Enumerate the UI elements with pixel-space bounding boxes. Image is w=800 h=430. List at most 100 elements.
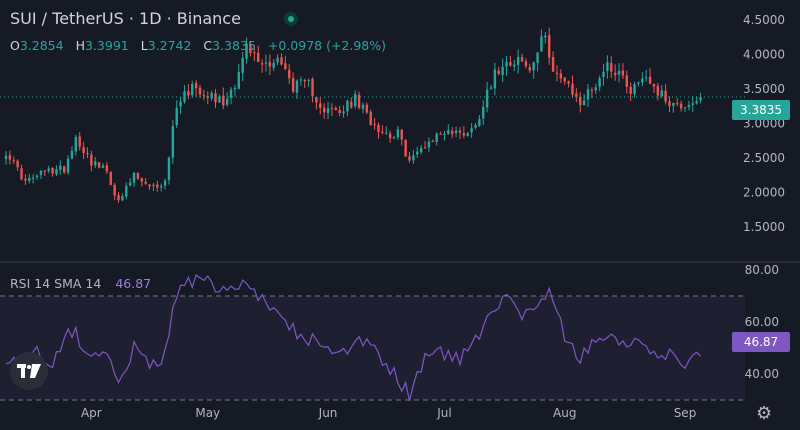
candle-body <box>163 180 167 186</box>
candle-body <box>493 69 497 89</box>
candle-body <box>668 101 671 107</box>
candle-body <box>431 141 434 143</box>
candle-body <box>272 63 275 68</box>
candle-body <box>485 89 489 108</box>
candle-body <box>225 98 229 105</box>
candle-body <box>676 103 679 105</box>
candle-body <box>31 177 35 179</box>
candle-body <box>66 158 70 173</box>
candle-body <box>303 80 306 82</box>
candle-body <box>416 151 419 155</box>
candle-body <box>489 87 493 89</box>
candle-body <box>509 62 512 66</box>
candle-body <box>625 75 628 87</box>
candle-body <box>664 90 667 102</box>
candle-body <box>334 107 337 111</box>
candle-body <box>652 83 656 87</box>
candle-body <box>586 88 590 100</box>
price-axis-tick-label: 1.5000 <box>743 220 785 234</box>
candle-body <box>319 103 322 108</box>
candle-body <box>648 76 652 84</box>
price-axis-tick-label: 4.5000 <box>743 13 785 27</box>
candle-body <box>12 160 15 162</box>
candle-body <box>579 96 582 106</box>
candle-body <box>171 126 175 158</box>
change-value: +0.0978 (+2.98%) <box>267 38 387 53</box>
candle-body <box>497 70 500 74</box>
high-label: H <box>75 38 85 53</box>
candle-body <box>276 57 279 63</box>
candle-body <box>16 160 19 168</box>
chart-canvas[interactable]: 1.50002.00002.50003.00003.50004.00004.50… <box>0 0 800 430</box>
price-axis-tick-label: 2.0000 <box>743 186 785 200</box>
candle-body <box>194 82 198 89</box>
candle-body <box>683 107 687 109</box>
candle-body <box>516 57 520 65</box>
candle-body <box>412 155 415 161</box>
candle-body <box>113 184 116 196</box>
candle-body <box>97 162 101 168</box>
chart-root[interactable]: 1.5000 2.0000 2.5000 3.0000 3.5000 4.0000 4.50… <box>0 0 800 430</box>
candle-body <box>90 154 93 166</box>
candle-body <box>645 77 648 79</box>
gear-icon[interactable]: ⚙ <box>756 403 772 424</box>
candle-body <box>94 161 97 166</box>
candle-body <box>78 136 81 147</box>
candle-body <box>354 93 357 107</box>
candle-body <box>315 96 318 103</box>
candle-body <box>237 72 240 89</box>
candle-body <box>47 168 50 172</box>
candle-body <box>443 133 446 135</box>
candle-body <box>621 70 625 76</box>
candle-body <box>610 63 613 72</box>
open-value: 3.2854 <box>19 38 64 53</box>
candle-body <box>330 108 334 110</box>
candle-body <box>8 155 12 160</box>
time-axis-tick-label: Jul <box>436 406 451 420</box>
candle-body <box>567 81 570 84</box>
candle-body <box>268 61 272 67</box>
candle-body <box>474 125 477 128</box>
candle-body <box>392 137 396 139</box>
candle-body <box>233 87 237 90</box>
candle-body <box>451 130 454 134</box>
price-axis-tick-label: 2.5000 <box>743 151 785 165</box>
candle-body <box>462 133 466 136</box>
candle-body <box>571 83 574 95</box>
candle-body <box>288 69 291 79</box>
candle-body <box>59 165 62 170</box>
candle-body <box>132 172 136 183</box>
candle-body <box>148 184 151 187</box>
candle-body <box>28 177 31 181</box>
candle-body <box>63 166 66 173</box>
tradingview-logo-icon[interactable] <box>10 352 48 390</box>
candle-body <box>35 175 39 178</box>
candle-body <box>101 165 105 168</box>
candle-body <box>280 57 283 65</box>
low-label: L <box>140 38 148 53</box>
candle-body <box>350 101 353 108</box>
rsi-legend[interactable]: RSI 14 SMA 14 46.87 <box>10 276 151 291</box>
candle-body <box>381 131 384 133</box>
low-value: 3.2742 <box>147 38 192 53</box>
candle-body <box>691 103 694 105</box>
candle-body <box>582 100 586 106</box>
candle-body <box>505 61 508 67</box>
candle-body <box>641 78 644 83</box>
candle-body <box>672 102 675 106</box>
candle-body <box>299 79 303 81</box>
candle-body <box>637 82 640 84</box>
candle-body <box>528 67 531 71</box>
close-label: C <box>203 38 213 53</box>
candle-body <box>524 61 528 67</box>
candle-body <box>70 151 74 159</box>
candle-body <box>357 94 361 108</box>
price-axis-tick-label: 4.0000 <box>743 48 785 62</box>
high-value: 3.3991 <box>84 38 129 53</box>
candle-body <box>520 57 524 62</box>
symbol-title[interactable]: SUI / TetherUS · 1D · Binance <box>10 9 241 28</box>
rsi-axis-tick-label: 60.00 <box>745 315 779 329</box>
candle-body <box>575 93 578 98</box>
candle-body <box>311 78 314 97</box>
candle-body <box>229 89 233 98</box>
